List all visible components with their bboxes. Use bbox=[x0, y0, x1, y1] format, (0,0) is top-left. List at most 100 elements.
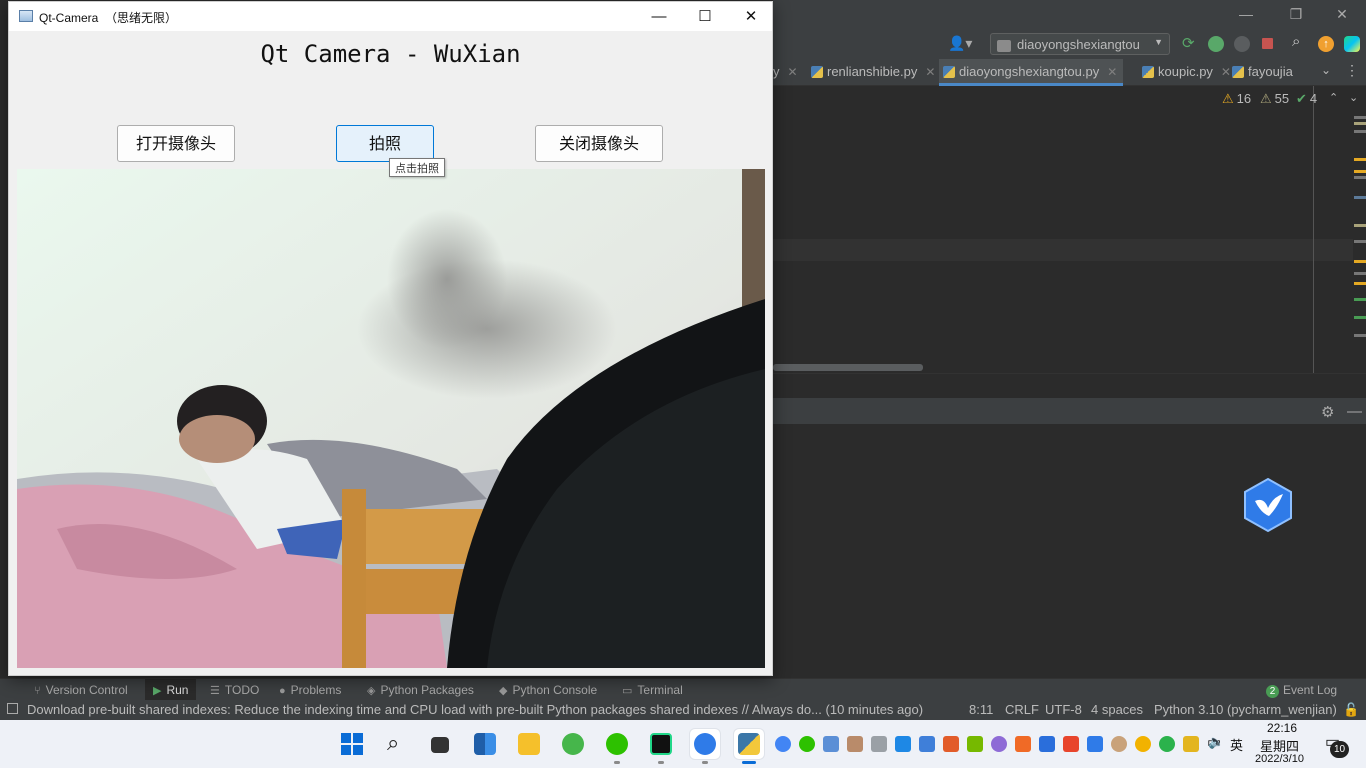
tray-app-icon[interactable] bbox=[1015, 736, 1031, 752]
user-icon[interactable]: 👤▾ bbox=[948, 35, 972, 52]
file-encoding[interactable]: UTF-8 bbox=[1045, 702, 1082, 717]
tray-security-icon[interactable] bbox=[1183, 736, 1199, 752]
tool-tab-python-packages[interactable]: ◈ Python Packages bbox=[367, 683, 474, 697]
run-config-label: diaoyongshexiangtou bbox=[1017, 37, 1140, 52]
ide-minimize-button[interactable]: — bbox=[1223, 6, 1269, 22]
pycharm-button[interactable] bbox=[646, 729, 676, 764]
horizontal-scrollbar[interactable] bbox=[773, 364, 923, 371]
search-button[interactable]: ⌕ bbox=[382, 729, 412, 759]
hide-panel-icon[interactable]: — bbox=[1347, 403, 1362, 420]
tray-app-icon[interactable] bbox=[823, 736, 839, 752]
tray-app-icon[interactable] bbox=[1111, 736, 1127, 752]
code-editor[interactable] bbox=[773, 86, 1366, 373]
status-toggle-icon[interactable] bbox=[7, 703, 18, 714]
tool-tab-label: Run bbox=[166, 683, 189, 697]
previous-highlight-icon[interactable]: ⌃ bbox=[1329, 91, 1338, 104]
python-interpreter[interactable]: Python 3.10 (pycharm_wenjian) bbox=[1154, 702, 1337, 717]
update-icon[interactable]: ↑ bbox=[1318, 36, 1334, 52]
tray-app-icon[interactable] bbox=[919, 736, 935, 752]
tray-app-icon[interactable] bbox=[871, 736, 887, 752]
tray-app-icon[interactable] bbox=[895, 736, 911, 752]
next-highlight-icon[interactable]: ⌄ bbox=[1349, 91, 1358, 104]
close-icon[interactable]: ✕ bbox=[925, 65, 935, 79]
close-icon[interactable]: ✕ bbox=[1107, 65, 1117, 79]
weak-warnings-indicator[interactable]: ⚠ 55 bbox=[1260, 91, 1289, 107]
take-photo-button[interactable]: 拍照 bbox=[336, 125, 434, 162]
bird-app-button[interactable] bbox=[690, 729, 720, 764]
qt-titlebar[interactable]: Qt-Camera （思绪无限） — ☐ ✕ bbox=[9, 2, 772, 31]
notification-badge[interactable]: 10 bbox=[1330, 741, 1349, 758]
close-button[interactable]: ✕ bbox=[728, 2, 774, 31]
browser-app-button[interactable] bbox=[558, 729, 588, 759]
open-camera-button[interactable]: 打开摄像头 bbox=[117, 125, 235, 162]
volume-icon[interactable]: 🔈 bbox=[1208, 734, 1224, 750]
tray-app-icon[interactable] bbox=[1135, 736, 1151, 752]
run-console[interactable] bbox=[773, 424, 1366, 678]
maximize-button[interactable]: ☐ bbox=[682, 2, 728, 31]
tray-chrome-icon[interactable] bbox=[775, 736, 791, 752]
terminal-icon: ▭ bbox=[622, 685, 633, 697]
tool-tab-todo[interactable]: ☰ TODO bbox=[210, 683, 259, 697]
ime-indicator[interactable]: 英 bbox=[1230, 735, 1243, 754]
indent-setting[interactable]: 4 spaces bbox=[1091, 702, 1143, 717]
running-indicator bbox=[702, 761, 708, 764]
more-icon[interactable]: ⋮ bbox=[1345, 62, 1359, 79]
editor-tab[interactable]: koupic.py ✕ bbox=[1138, 59, 1237, 86]
close-camera-button[interactable]: 关闭摄像头 bbox=[535, 125, 663, 162]
tray-app-icon[interactable] bbox=[1063, 736, 1079, 752]
ide-close-button[interactable]: ✕ bbox=[1319, 6, 1365, 23]
tray-wechat-icon[interactable] bbox=[799, 736, 815, 752]
warnings-indicator[interactable]: ⚠ 16 bbox=[1222, 91, 1251, 107]
minimize-button[interactable]: — bbox=[636, 2, 682, 31]
lock-icon[interactable]: 🔓 bbox=[1343, 702, 1359, 718]
caret-position[interactable]: 8:11 bbox=[969, 702, 993, 717]
tool-tab-problems[interactable]: ● Problems bbox=[279, 683, 341, 697]
tab-label: fayoujia bbox=[1248, 64, 1293, 79]
python-file-icon bbox=[1142, 66, 1154, 78]
close-icon[interactable]: ✕ bbox=[788, 65, 798, 79]
toolbox-icon[interactable] bbox=[1344, 36, 1360, 52]
tray-app-icon[interactable] bbox=[1159, 736, 1175, 752]
python-file-icon bbox=[811, 66, 823, 78]
start-button[interactable] bbox=[337, 729, 367, 759]
ide-titlebar: — ❐ ✕ bbox=[773, 0, 1366, 31]
debug-icon[interactable] bbox=[1208, 36, 1224, 52]
clock[interactable]: 22:16 星期四 2022/3/10 bbox=[1250, 720, 1320, 768]
editor-tab[interactable]: renlianshibie.py ✕ bbox=[807, 59, 941, 86]
panel-splitter[interactable] bbox=[773, 373, 1366, 398]
task-view-button[interactable] bbox=[425, 729, 455, 759]
editor-tab[interactable]: fayoujia bbox=[1228, 59, 1328, 86]
tray-app-icon[interactable] bbox=[1039, 736, 1055, 752]
tray-app-icon[interactable] bbox=[991, 736, 1007, 752]
editor-tab-active[interactable]: diaoyongshexiangtou.py ✕ bbox=[939, 59, 1124, 86]
search-icon[interactable]: ⌕ bbox=[1292, 33, 1308, 50]
event-log-button[interactable]: 2 Event Log bbox=[1266, 683, 1337, 698]
gear-icon[interactable]: ⚙ bbox=[1321, 403, 1334, 421]
wechat-button[interactable] bbox=[602, 729, 632, 764]
tool-tab-python-console[interactable]: ◆ Python Console bbox=[499, 683, 597, 697]
tray-bird-icon[interactable] bbox=[1087, 736, 1103, 752]
tray-app-icon[interactable] bbox=[943, 736, 959, 752]
ide-restore-button[interactable]: ❐ bbox=[1273, 6, 1319, 23]
tool-tab-terminal[interactable]: ▭ Terminal bbox=[622, 683, 683, 697]
rerun-icon[interactable]: ⟳ bbox=[1182, 34, 1198, 52]
stop-icon[interactable] bbox=[1262, 38, 1273, 49]
tab-list-chevron-icon[interactable]: ⌄ bbox=[1321, 63, 1331, 77]
error-stripe[interactable] bbox=[1354, 112, 1366, 372]
tool-tab-version-control[interactable]: ⑂ Version Control bbox=[34, 683, 128, 697]
run-configuration-select[interactable]: diaoyongshexiangtou ▼ bbox=[990, 33, 1170, 55]
python-icon: ◆ bbox=[499, 685, 508, 697]
run-panel-header bbox=[773, 398, 1366, 424]
python-app-button[interactable] bbox=[734, 729, 764, 764]
tray-nvidia-icon[interactable] bbox=[967, 736, 983, 752]
file-explorer-button[interactable] bbox=[514, 729, 544, 759]
ok-indicator[interactable]: ✔ 4 bbox=[1296, 91, 1317, 107]
coverage-icon[interactable] bbox=[1234, 36, 1250, 52]
wechat-icon bbox=[606, 733, 628, 755]
line-separator[interactable]: CRLF bbox=[1005, 702, 1039, 717]
bird-app-icon[interactable] bbox=[1242, 477, 1294, 533]
status-message[interactable]: Download pre-built shared indexes: Reduc… bbox=[27, 702, 947, 717]
tool-tab-run[interactable]: ▶ Run bbox=[145, 679, 197, 701]
widgets-button[interactable] bbox=[470, 729, 500, 759]
tray-app-icon[interactable] bbox=[847, 736, 863, 752]
